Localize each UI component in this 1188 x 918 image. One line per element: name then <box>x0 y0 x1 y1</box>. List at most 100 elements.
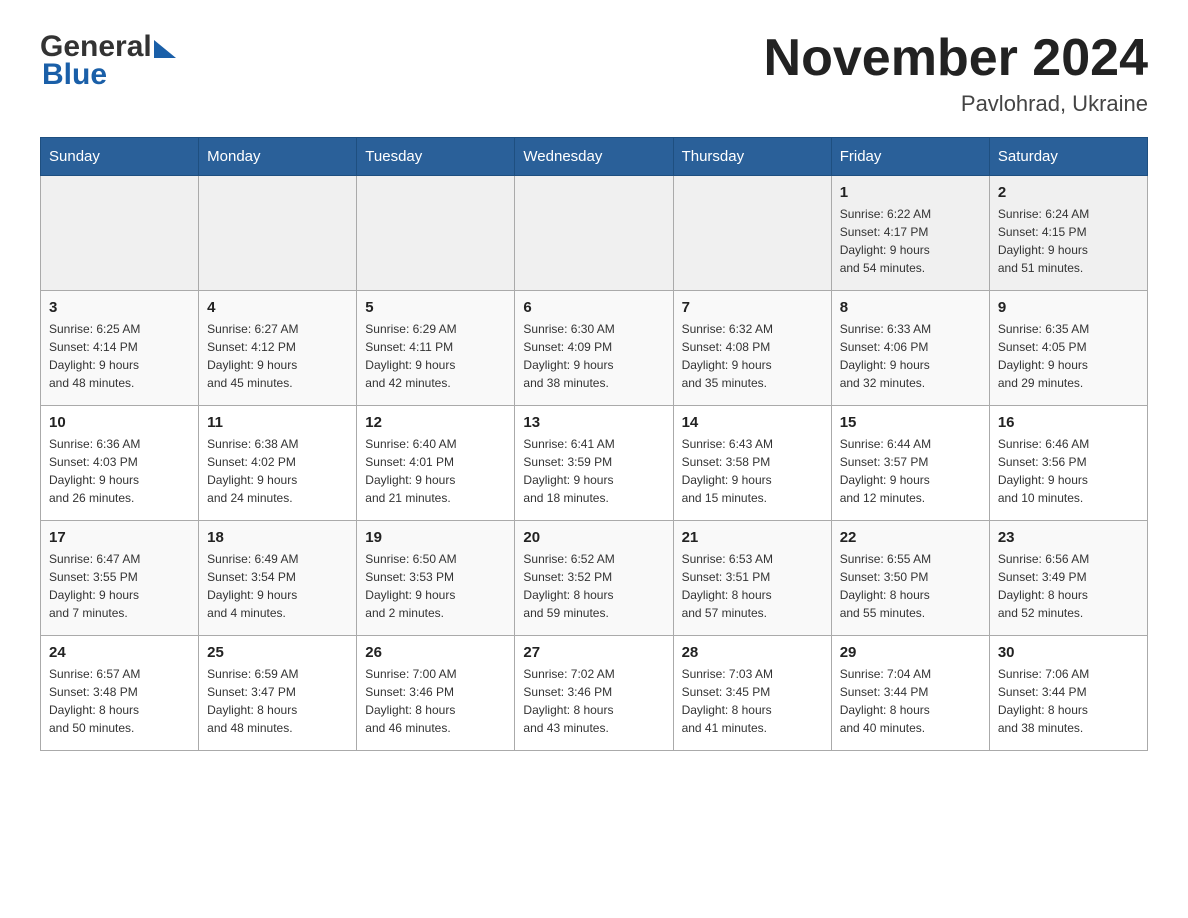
calendar-cell: 7Sunrise: 6:32 AM Sunset: 4:08 PM Daylig… <box>673 291 831 406</box>
day-info: Sunrise: 6:53 AM Sunset: 3:51 PM Dayligh… <box>682 550 823 622</box>
logo-arrow-icon <box>154 40 176 58</box>
day-number: 10 <box>49 414 190 431</box>
day-number: 28 <box>682 644 823 661</box>
day-info: Sunrise: 6:32 AM Sunset: 4:08 PM Dayligh… <box>682 320 823 392</box>
day-number: 3 <box>49 299 190 316</box>
day-number: 11 <box>207 414 348 431</box>
calendar-week-1: 1Sunrise: 6:22 AM Sunset: 4:17 PM Daylig… <box>41 176 1148 291</box>
day-number: 13 <box>523 414 664 431</box>
day-info: Sunrise: 6:44 AM Sunset: 3:57 PM Dayligh… <box>840 435 981 507</box>
calendar-cell: 23 Sunrise: 6:56 AM Sunset: 3:49 PM Dayli… <box>989 521 1147 636</box>
day-number: 19 <box>365 529 506 546</box>
weekday-header-row: SundayMondayTuesdayWednesdayThursdayFrid… <box>41 138 1148 176</box>
calendar-cell: 10 Sunrise: 6:36 AM Sunset: 4:03 PM Dayli… <box>41 406 199 521</box>
day-info: Sunrise: 6:36 AM Sunset: 4:03 PM Dayligh… <box>49 435 190 507</box>
day-number: 12 <box>365 414 506 431</box>
calendar-cell: 1Sunrise: 6:22 AM Sunset: 4:17 PM Daylig… <box>831 176 989 291</box>
calendar-cell: 22 Sunrise: 6:55 AM Sunset: 3:50 PM Dayli… <box>831 521 989 636</box>
day-info: Sunrise: 6:59 AM Sunset: 3:47 PM Dayligh… <box>207 665 348 737</box>
day-info: Sunrise: 6:50 AM Sunset: 3:53 PM Dayligh… <box>365 550 506 622</box>
day-info: Sunrise: 6:57 AM Sunset: 3:48 PM Dayligh… <box>49 665 190 737</box>
logo: General Blue <box>40 30 176 92</box>
day-number: 21 <box>682 529 823 546</box>
day-info: Sunrise: 6:46 AM Sunset: 3:56 PM Dayligh… <box>998 435 1139 507</box>
day-number: 22 <box>840 529 981 546</box>
day-number: 18 <box>207 529 348 546</box>
calendar-week-3: 10 Sunrise: 6:36 AM Sunset: 4:03 PM Dayli… <box>41 406 1148 521</box>
day-info: Sunrise: 7:04 AM Sunset: 3:44 PM Dayligh… <box>840 665 981 737</box>
day-info: Sunrise: 6:56 AM Sunset: 3:49 PM Dayligh… <box>998 550 1139 622</box>
calendar-cell: 27Sunrise: 7:02 AM Sunset: 3:46 PM Dayli… <box>515 636 673 751</box>
calendar-cell: 2 Sunrise: 6:24 AM Sunset: 4:15 PM Daylig… <box>989 176 1147 291</box>
weekday-header-sunday: Sunday <box>41 138 199 176</box>
day-info: Sunrise: 7:03 AM Sunset: 3:45 PM Dayligh… <box>682 665 823 737</box>
day-number: 9 <box>998 299 1139 316</box>
calendar-cell: 15 Sunrise: 6:44 AM Sunset: 3:57 PM Dayli… <box>831 406 989 521</box>
calendar-subtitle: Pavlohrad, Ukraine <box>764 91 1148 117</box>
day-info: Sunrise: 6:33 AM Sunset: 4:06 PM Dayligh… <box>840 320 981 392</box>
calendar-cell: 21 Sunrise: 6:53 AM Sunset: 3:51 PM Dayli… <box>673 521 831 636</box>
day-number: 26 <box>365 644 506 661</box>
page-header: General Blue November 2024 Pavlohrad, Uk… <box>40 30 1148 117</box>
calendar-cell: 5Sunrise: 6:29 AM Sunset: 4:11 PM Daylig… <box>357 291 515 406</box>
weekday-header-wednesday: Wednesday <box>515 138 673 176</box>
calendar-cell <box>41 176 199 291</box>
calendar-week-2: 3 Sunrise: 6:25 AM Sunset: 4:14 PM Daylig… <box>41 291 1148 406</box>
calendar-cell: 4 Sunrise: 6:27 AM Sunset: 4:12 PM Daylig… <box>199 291 357 406</box>
day-info: Sunrise: 6:24 AM Sunset: 4:15 PM Dayligh… <box>998 205 1139 277</box>
weekday-header-friday: Friday <box>831 138 989 176</box>
day-info: Sunrise: 6:52 AM Sunset: 3:52 PM Dayligh… <box>523 550 664 622</box>
day-number: 23 <box>998 529 1139 546</box>
calendar-cell: 25Sunrise: 6:59 AM Sunset: 3:47 PM Dayli… <box>199 636 357 751</box>
day-info: Sunrise: 6:35 AM Sunset: 4:05 PM Dayligh… <box>998 320 1139 392</box>
calendar-week-5: 24 Sunrise: 6:57 AM Sunset: 3:48 PM Dayli… <box>41 636 1148 751</box>
day-info: Sunrise: 6:43 AM Sunset: 3:58 PM Dayligh… <box>682 435 823 507</box>
day-info: Sunrise: 6:27 AM Sunset: 4:12 PM Dayligh… <box>207 320 348 392</box>
calendar-cell: 28 Sunrise: 7:03 AM Sunset: 3:45 PM Dayli… <box>673 636 831 751</box>
calendar-cell: 30Sunrise: 7:06 AM Sunset: 3:44 PM Dayli… <box>989 636 1147 751</box>
day-number: 14 <box>682 414 823 431</box>
calendar-cell: 8 Sunrise: 6:33 AM Sunset: 4:06 PM Daylig… <box>831 291 989 406</box>
day-info: Sunrise: 6:47 AM Sunset: 3:55 PM Dayligh… <box>49 550 190 622</box>
day-number: 24 <box>49 644 190 661</box>
calendar-cell <box>515 176 673 291</box>
calendar-cell: 26 Sunrise: 7:00 AM Sunset: 3:46 PM Dayli… <box>357 636 515 751</box>
weekday-header-saturday: Saturday <box>989 138 1147 176</box>
calendar-cell: 24 Sunrise: 6:57 AM Sunset: 3:48 PM Dayli… <box>41 636 199 751</box>
weekday-header-thursday: Thursday <box>673 138 831 176</box>
calendar-header: SundayMondayTuesdayWednesdayThursdayFrid… <box>41 138 1148 176</box>
calendar-cell: 16 Sunrise: 6:46 AM Sunset: 3:56 PM Dayli… <box>989 406 1147 521</box>
calendar-cell: 19 Sunrise: 6:50 AM Sunset: 3:53 PM Dayli… <box>357 521 515 636</box>
day-info: Sunrise: 6:30 AM Sunset: 4:09 PM Dayligh… <box>523 320 664 392</box>
day-number: 4 <box>207 299 348 316</box>
calendar-cell: 3 Sunrise: 6:25 AM Sunset: 4:14 PM Daylig… <box>41 291 199 406</box>
day-number: 2 <box>998 184 1139 201</box>
title-block: November 2024 Pavlohrad, Ukraine <box>764 30 1148 117</box>
calendar-cell: 12Sunrise: 6:40 AM Sunset: 4:01 PM Dayli… <box>357 406 515 521</box>
day-number: 29 <box>840 644 981 661</box>
day-info: Sunrise: 6:29 AM Sunset: 4:11 PM Dayligh… <box>365 320 506 392</box>
calendar-cell: 11 Sunrise: 6:38 AM Sunset: 4:02 PM Dayli… <box>199 406 357 521</box>
weekday-header-tuesday: Tuesday <box>357 138 515 176</box>
day-info: Sunrise: 6:25 AM Sunset: 4:14 PM Dayligh… <box>49 320 190 392</box>
day-info: Sunrise: 6:41 AM Sunset: 3:59 PM Dayligh… <box>523 435 664 507</box>
weekday-header-monday: Monday <box>199 138 357 176</box>
calendar-cell <box>199 176 357 291</box>
calendar-cell: 29 Sunrise: 7:04 AM Sunset: 3:44 PM Dayli… <box>831 636 989 751</box>
calendar-cell: 9 Sunrise: 6:35 AM Sunset: 4:05 PM Daylig… <box>989 291 1147 406</box>
day-number: 30 <box>998 644 1139 661</box>
day-number: 8 <box>840 299 981 316</box>
calendar-cell <box>357 176 515 291</box>
calendar-table: SundayMondayTuesdayWednesdayThursdayFrid… <box>40 137 1148 751</box>
calendar-week-4: 17Sunrise: 6:47 AM Sunset: 3:55 PM Dayli… <box>41 521 1148 636</box>
logo-blue-text: Blue <box>40 58 176 92</box>
calendar-body: 1Sunrise: 6:22 AM Sunset: 4:17 PM Daylig… <box>41 176 1148 751</box>
day-info: Sunrise: 7:00 AM Sunset: 3:46 PM Dayligh… <box>365 665 506 737</box>
calendar-cell: 17Sunrise: 6:47 AM Sunset: 3:55 PM Dayli… <box>41 521 199 636</box>
day-info: Sunrise: 6:55 AM Sunset: 3:50 PM Dayligh… <box>840 550 981 622</box>
day-number: 16 <box>998 414 1139 431</box>
calendar-cell: 18Sunrise: 6:49 AM Sunset: 3:54 PM Dayli… <box>199 521 357 636</box>
day-info: Sunrise: 6:38 AM Sunset: 4:02 PM Dayligh… <box>207 435 348 507</box>
day-number: 20 <box>523 529 664 546</box>
day-number: 15 <box>840 414 981 431</box>
